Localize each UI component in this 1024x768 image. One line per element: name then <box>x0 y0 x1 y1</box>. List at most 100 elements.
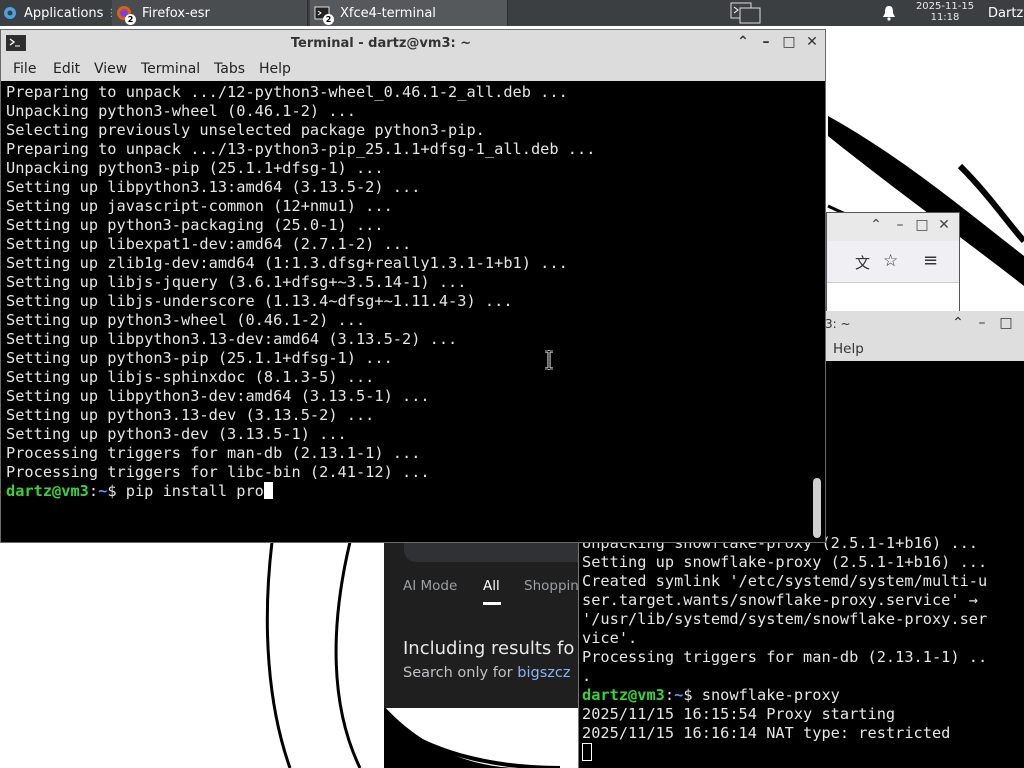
tab-all-underline <box>483 602 501 605</box>
main-terminal-output[interactable]: Preparing to unpack .../12-python3-wheel… <box>6 83 806 539</box>
main-terminal-prompt-line: dartz@vm3:~$ pip install pro <box>6 482 806 501</box>
applications-label: Applications <box>24 5 104 21</box>
terminal-output-line: . <box>582 667 592 685</box>
terminal-app-icon: 2 <box>314 5 334 25</box>
menu-file[interactable]: File <box>13 61 36 77</box>
terminal-output-line: Setting up libjs-underscore (1.13.4~dfsg… <box>6 292 513 310</box>
main-terminal-command: pip install pro <box>125 482 264 500</box>
tab-all[interactable]: All <box>483 578 500 594</box>
prompt-path: ~ <box>674 686 684 704</box>
taskbar-firefox-label: Firefox-esr <box>142 5 210 21</box>
terminal-output-line: Preparing to unpack .../13-python3-pip_2… <box>6 140 596 158</box>
browser-maximize-up-icon[interactable]: ⌃ <box>869 218 883 232</box>
back-terminal-minimize-icon[interactable]: – <box>975 316 989 330</box>
browser-menu-icon[interactable]: ≡ <box>923 250 938 271</box>
mouse-ibeam-cursor <box>545 350 553 370</box>
terminal-output-line: Setting up libpython3-dev:amd64 (3.13.5-… <box>6 387 430 405</box>
back-terminal-cursor-line <box>582 743 1024 762</box>
main-terminal-titlebar[interactable]: Terminal - dartz@vm3: ~ ⌃ – □ ✕ <box>1 30 825 57</box>
browser-window: ⌃ – □ ✕ 文 ☆ ≡ <box>826 212 960 312</box>
taskbar-terminal-label: Xfce4-terminal <box>340 5 436 21</box>
terminal-output-line: Preparing to unpack .../12-python3-wheel… <box>6 83 568 101</box>
back-terminal-shade-icon[interactable]: ⌃ <box>951 316 965 330</box>
back-terminal-prompt-line: dartz@vm3:~$ snowflake-proxy <box>582 686 840 704</box>
terminal-output-line: ser.target.wants/snowflake-proxy.service… <box>582 591 979 609</box>
browser-titlebar: ⌃ – □ ✕ <box>827 213 959 241</box>
main-terminal-maximize-icon[interactable]: □ <box>782 35 796 49</box>
menu-tabs[interactable]: Tabs <box>214 61 245 77</box>
taskbar: Applications ⋮ 2 Firefox-esr 2 Xfce4-ter… <box>0 0 1024 26</box>
applications-menu-button[interactable]: Applications ⋮ <box>2 0 116 26</box>
terminal-output-line: Unpacking python3-wheel (0.46.1-2) ... <box>6 102 356 120</box>
browser-toolbar: 文 ☆ ≡ <box>827 241 959 283</box>
prompt-user: dartz@vm3 <box>582 686 665 704</box>
back-terminal-title: 3: ~ <box>825 317 851 331</box>
main-terminal-window[interactable]: Terminal - dartz@vm3: ~ ⌃ – □ ✕ File Edi… <box>0 29 826 543</box>
applications-icon <box>2 5 18 21</box>
main-terminal-close-icon[interactable]: ✕ <box>805 35 819 49</box>
menu-terminal[interactable]: Terminal <box>141 61 200 77</box>
translate-icon[interactable]: 文 <box>855 252 870 273</box>
terminal-output-line: Setting up python3-wheel (0.46.1-2) ... <box>6 311 366 329</box>
terminal-output-line: Selecting previously unselected package … <box>6 121 485 139</box>
back-terminal-maximize-icon[interactable]: □ <box>999 316 1013 330</box>
terminal-cursor <box>263 482 273 499</box>
terminal-cursor <box>582 743 592 761</box>
search-only-text: Search only for bigszcz <box>403 665 570 681</box>
terminal-output-line: Setting up libexpat1-dev:amd64 (2.7.1-2)… <box>6 235 412 253</box>
scrollbar-thumb[interactable] <box>813 478 821 538</box>
terminal-output-line: Setting up snowflake-proxy (2.5.1-1+b16)… <box>582 553 988 571</box>
main-terminal-menubar: File Edit View Terminal Tabs Help <box>1 57 825 81</box>
firefox-icon: 2 <box>116 5 136 25</box>
tab-shopping[interactable]: Shoppin <box>524 578 579 594</box>
prompt-user: dartz@vm3 <box>6 482 89 500</box>
prompt-path: ~ <box>98 482 108 500</box>
terminal-window-count-badge: 2 <box>323 14 334 25</box>
terminal-output-line: Setting up javascript-common (12+nmu1) .… <box>6 197 393 215</box>
terminal-output-line: Setting up python3-dev (3.13.5-1) ... <box>6 425 347 443</box>
clock-date: 2025-11-15 <box>915 1 975 12</box>
search-box[interactable] <box>404 540 584 562</box>
terminal-output-line: Setting up python3-packaging (25.0-1) ..… <box>6 216 384 234</box>
browser-maximize-icon[interactable]: □ <box>915 218 929 232</box>
menu-edit[interactable]: Edit <box>53 61 80 77</box>
terminal-output-line: Unpacking python3-pip (25.1.1+dfsg-1) ..… <box>6 159 384 177</box>
search-only-link[interactable]: bigszcz <box>517 665 570 681</box>
firefox-window-count-badge: 2 <box>125 14 136 25</box>
notification-bell-icon[interactable] <box>882 0 896 26</box>
user-menu-button[interactable]: Dartz <box>988 0 1023 26</box>
terminal-output-line: Processing triggers for man-db (2.13.1-1… <box>6 444 421 462</box>
browser-close-icon[interactable]: ✕ <box>937 218 951 232</box>
taskbar-firefox-button[interactable]: 2 Firefox-esr <box>112 0 308 26</box>
back-terminal-menu-help[interactable]: Help <box>833 341 864 357</box>
terminal-output-line: Setting up libjs-jquery (3.6.1+dfsg+~3.5… <box>6 273 467 291</box>
terminal-output-line: Setting up libjs-sphinxdoc (8.1.3-5) ... <box>6 368 375 386</box>
terminal-output-line: Setting up libpython3.13:amd64 (3.13.5-2… <box>6 178 421 196</box>
back-terminal-command: snowflake-proxy <box>701 686 840 704</box>
browser-minimize-icon[interactable]: – <box>893 218 907 232</box>
terminal-output-line: Setting up python3-pip (25.1.1+dfsg-1) .… <box>6 349 393 367</box>
main-terminal-minimize-icon[interactable]: – <box>759 35 773 49</box>
tab-ai-mode[interactable]: AI Mode <box>403 578 457 594</box>
terminal-output-line: '/usr/lib/systemd/system/snowflake-proxy… <box>582 610 988 628</box>
user-name: Dartz <box>988 5 1024 21</box>
menu-view[interactable]: View <box>94 61 127 77</box>
clock-time: 11:18 <box>930 12 960 23</box>
bookmark-star-icon[interactable]: ☆ <box>883 251 898 271</box>
terminal-output-line: Setting up python3.13-dev (3.13.5-2) ... <box>6 406 375 424</box>
menu-help[interactable]: Help <box>259 61 291 77</box>
terminal-output-line: 2025/11/15 16:15:54 Proxy starting <box>582 705 896 723</box>
terminal-output-line: vice'. <box>582 629 638 647</box>
including-results-text: Including results fo <box>403 638 575 659</box>
terminal-output-line: Created symlink '/etc/systemd/system/mul… <box>582 572 988 590</box>
main-terminal-shade-icon[interactable]: ⌃ <box>736 35 750 49</box>
terminal-output-line: Processing triggers for man-db (2.13.1-1… <box>582 648 988 666</box>
main-terminal-scrollbar[interactable] <box>809 83 825 541</box>
workspace-switcher-icon[interactable] <box>730 0 762 26</box>
terminal-output-line: Setting up zlib1g-dev:amd64 (1:1.3.dfsg+… <box>6 254 568 272</box>
clock[interactable]: 2025-11-15 11:18 <box>906 1 984 23</box>
terminal-output-line: 2025/11/15 16:16:14 NAT type: restricted <box>582 724 951 742</box>
main-terminal-title: Terminal - dartz@vm3: ~ <box>290 36 472 51</box>
taskbar-terminal-button[interactable]: 2 Xfce4-terminal <box>310 0 508 26</box>
search-only-prefix: Search only for <box>403 665 518 681</box>
